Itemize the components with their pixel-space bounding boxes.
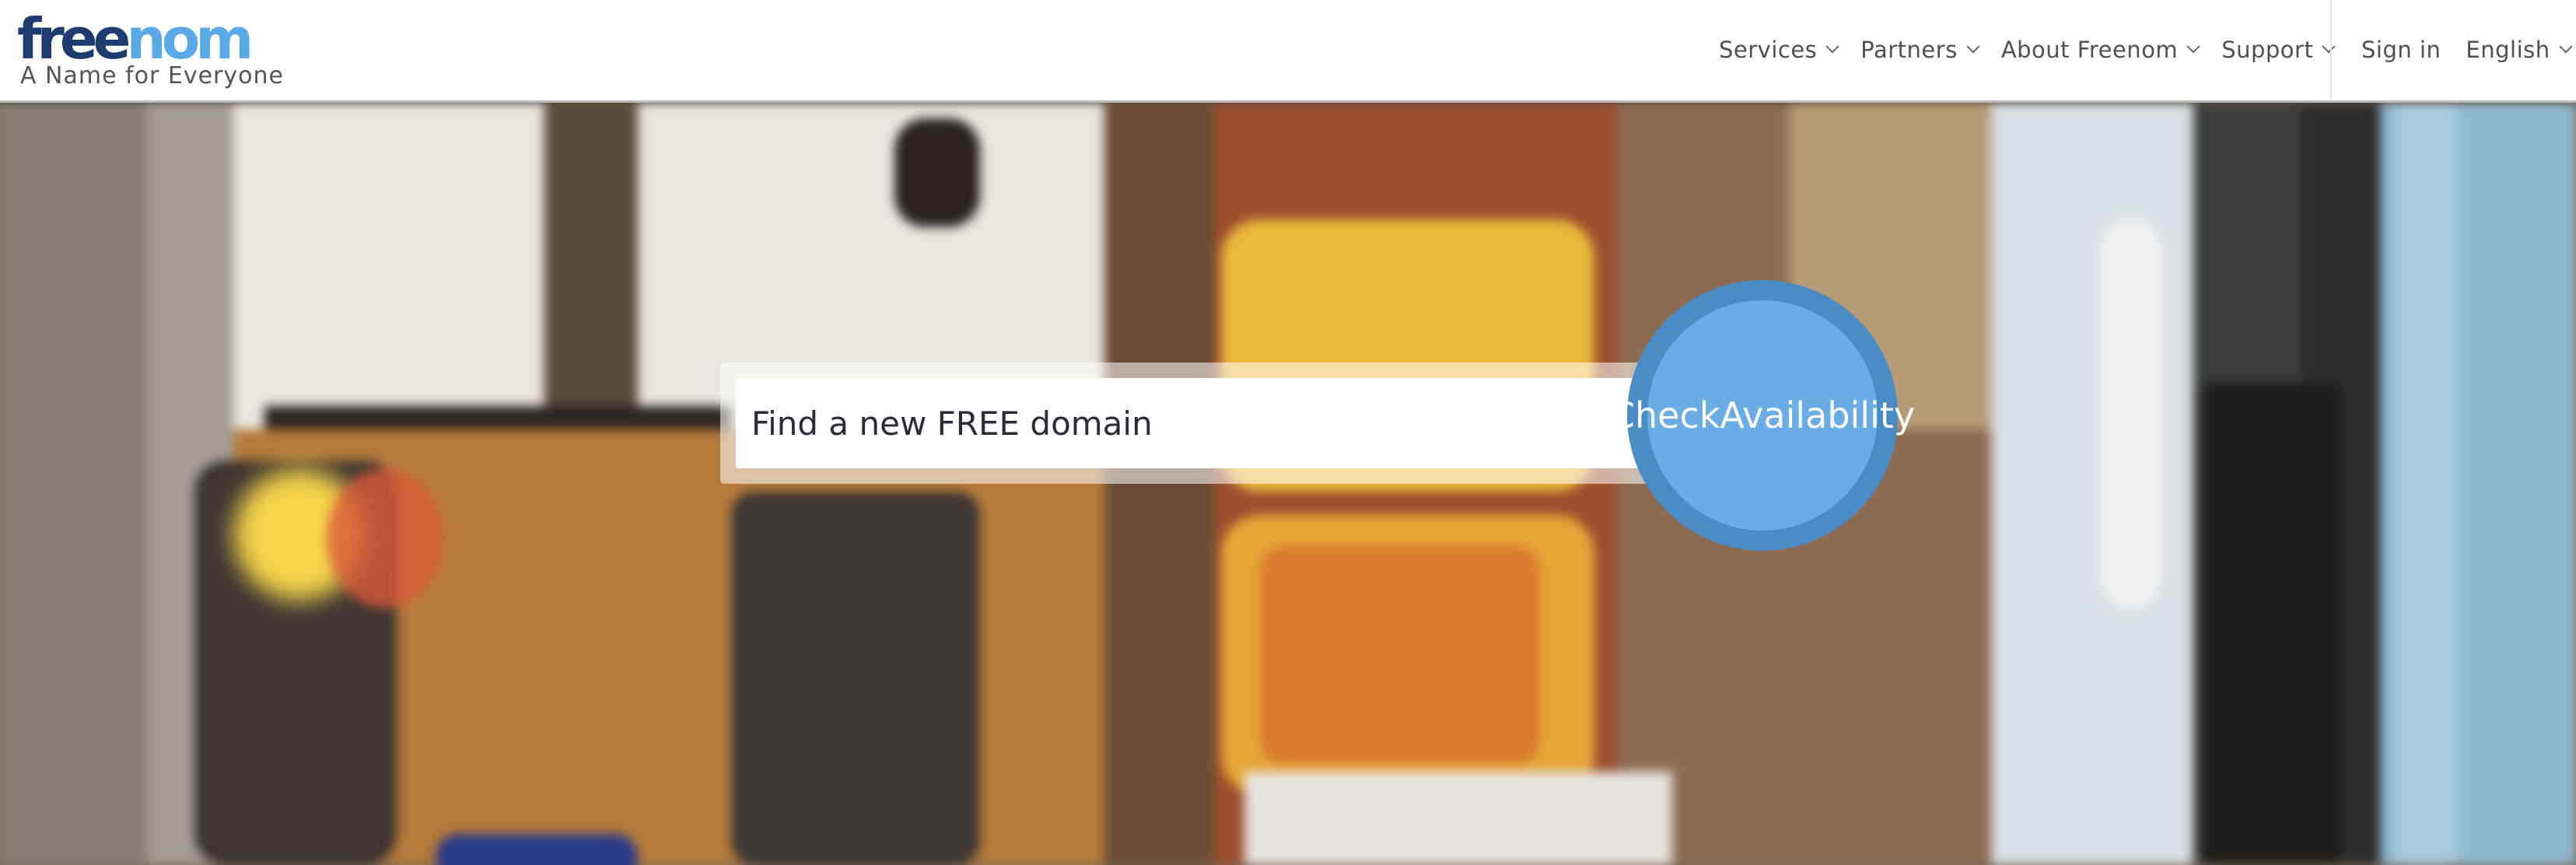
check-availability-button[interactable]: Check Availability xyxy=(1610,280,1915,551)
check-availability-label: Check Availability xyxy=(1610,300,1915,531)
nav-item-services[interactable]: Services xyxy=(1719,37,1839,63)
chevron-down-icon xyxy=(1966,40,1980,54)
logo-wordmark: freenom xyxy=(17,6,254,72)
nav-item-support[interactable]: Support xyxy=(2221,37,2336,63)
hero-section: Check Availability xyxy=(0,103,2576,865)
language-label: English xyxy=(2466,37,2550,63)
nav-item-label: Support xyxy=(2221,37,2314,63)
nav-item-label: Services xyxy=(1719,37,1818,63)
chevron-down-icon xyxy=(2559,40,2573,54)
nav-item-label: Partners xyxy=(1860,37,1958,63)
freenom-logo[interactable]: freenom A Name for Everyone xyxy=(17,6,283,95)
chevron-down-icon xyxy=(1825,40,1839,54)
domain-search-panel xyxy=(720,362,1669,484)
language-selector[interactable]: English xyxy=(2466,37,2573,63)
account-nav: Sign in English xyxy=(2361,0,2576,100)
chevron-down-icon xyxy=(2322,40,2336,54)
nav-item-partners[interactable]: Partners xyxy=(1860,37,1980,63)
site-header: freenom A Name for Everyone Services Par… xyxy=(0,0,2576,103)
hero-background-image xyxy=(0,103,2576,865)
chevron-down-icon xyxy=(2186,40,2200,54)
nav-divider xyxy=(2330,0,2332,100)
main-nav: Services Partners About Freenom Support xyxy=(1719,0,2357,100)
nav-item-about-freenom[interactable]: About Freenom xyxy=(2000,37,2200,63)
logo-tagline: A Name for Everyone xyxy=(20,62,284,89)
domain-search-input[interactable] xyxy=(736,378,1669,468)
nav-item-label: About Freenom xyxy=(2000,37,2179,63)
sign-in-link[interactable]: Sign in xyxy=(2361,37,2441,63)
